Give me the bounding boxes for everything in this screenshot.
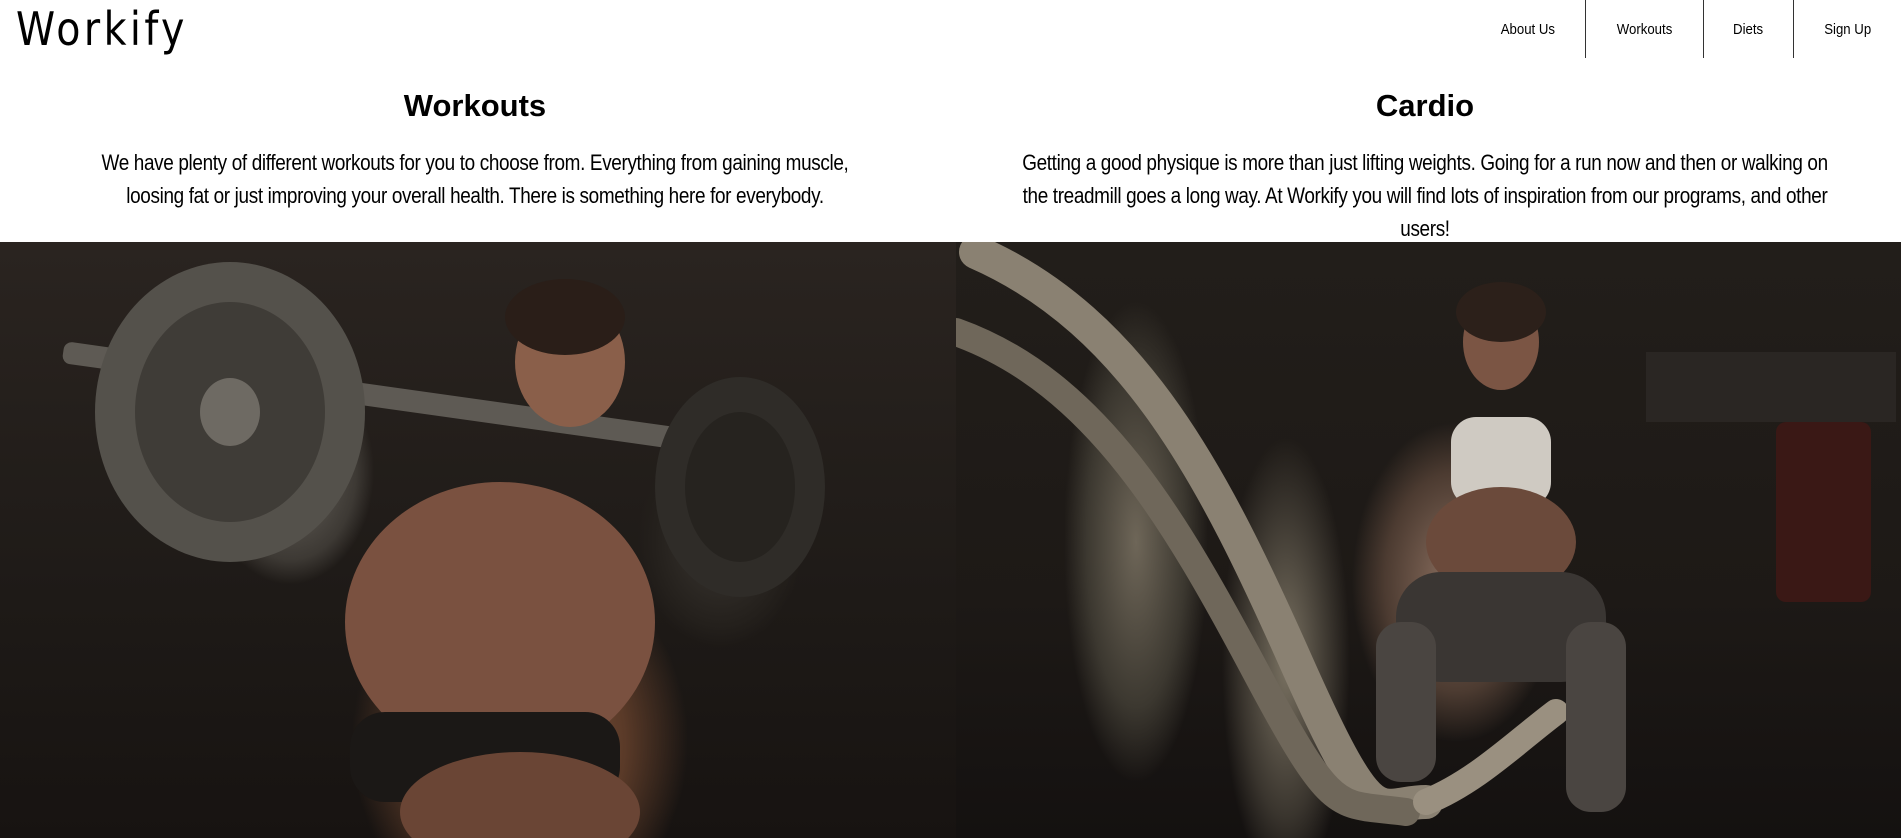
workouts-section: Workouts We have plenty of different wor… [0,58,950,242]
main-nav: About Us Workouts Diets Sign Up [1470,0,1901,58]
weightlifter-illustration [62,262,825,838]
cardio-heading: Cardio [1375,88,1475,123]
workouts-heading: Workouts [403,88,547,123]
nav-sign-up-label: Sign Up [1823,20,1871,38]
site-logo[interactable]: Workify [16,0,188,58]
intro-sections: Workouts We have plenty of different wor… [0,58,1901,242]
main-content: Workouts We have plenty of different wor… [0,58,1901,838]
battle-ropes-photo [956,242,1901,838]
cardio-description: Getting a good physique is more than jus… [1022,150,1828,241]
nav-about-us[interactable]: About Us [1470,0,1586,58]
nav-workouts-label: Workouts [1617,20,1673,38]
nav-about-us-label: About Us [1500,20,1555,38]
workouts-description: We have plenty of different workouts for… [101,150,849,208]
weightlifter-squat-photo [0,242,956,838]
nav-sign-up[interactable]: Sign Up [1792,0,1901,58]
battle-ropes-illustration [956,242,1896,826]
cardio-section: Cardio Getting a good physique is more t… [950,58,1900,242]
nav-diets-label: Diets [1733,20,1764,38]
nav-workouts[interactable]: Workouts [1585,0,1703,58]
nav-diets[interactable]: Diets [1703,0,1792,58]
hero-images [0,242,1901,838]
site-header: Workify About Us Workouts Diets Sign Up [0,0,1901,58]
